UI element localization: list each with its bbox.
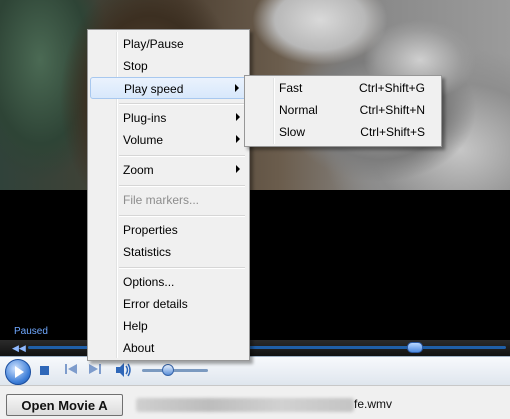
- chevron-right-icon: [235, 84, 239, 92]
- open-movie-button[interactable]: Open Movie A: [6, 394, 123, 416]
- chevron-right-icon: [236, 113, 240, 121]
- menu-item-stop[interactable]: Stop: [90, 55, 247, 77]
- volume-slider[interactable]: [142, 369, 208, 372]
- submenu-item-fast[interactable]: Fast Ctrl+Shift+G: [247, 77, 439, 99]
- menu-item-play-speed[interactable]: Play speed: [90, 77, 247, 99]
- submenu-item-slow[interactable]: Slow Ctrl+Shift+S: [247, 121, 439, 143]
- menu-item-properties[interactable]: Properties: [90, 219, 247, 241]
- context-menu: Play/Pause Stop Play speed Plug-ins Volu…: [87, 29, 250, 361]
- menu-item-play-pause[interactable]: Play/Pause: [90, 33, 247, 55]
- file-path-suffix: fe.wmv: [354, 397, 393, 411]
- chevron-right-icon: [236, 165, 240, 173]
- control-bar: [0, 356, 510, 385]
- menu-item-statistics[interactable]: Statistics: [90, 241, 247, 263]
- volume-thumb[interactable]: [162, 364, 175, 376]
- menu-item-about[interactable]: About: [90, 337, 247, 359]
- next-button[interactable]: [88, 363, 102, 378]
- chevron-right-icon: [236, 135, 240, 143]
- seek-thumb[interactable]: [407, 342, 424, 353]
- submenu-item-normal[interactable]: Normal Ctrl+Shift+N: [247, 99, 439, 121]
- menu-item-volume[interactable]: Volume: [90, 129, 247, 151]
- stop-button[interactable]: [40, 366, 49, 375]
- previous-icon: [65, 364, 77, 374]
- play-button[interactable]: [5, 359, 31, 385]
- speaker-icon: [116, 363, 131, 377]
- menu-item-help[interactable]: Help: [90, 315, 247, 337]
- menu-item-options[interactable]: Options...: [90, 271, 247, 293]
- playback-status: Paused: [14, 326, 48, 337]
- bottom-bar: Open Movie A fe.wmv: [0, 385, 510, 419]
- menu-item-error-details[interactable]: Error details: [90, 293, 247, 315]
- rewind-icon: ◀◀: [12, 343, 26, 353]
- next-icon: [89, 364, 101, 374]
- file-path-blurred: [136, 398, 354, 412]
- play-speed-submenu: Fast Ctrl+Shift+G Normal Ctrl+Shift+N Slow…: [244, 75, 442, 147]
- play-icon: [15, 366, 24, 378]
- menu-item-file-markers: File markers...: [123, 193, 200, 207]
- menu-item-zoom[interactable]: Zoom: [90, 159, 247, 181]
- seek-bar[interactable]: ◀◀: [0, 340, 510, 356]
- menu-item-plug-ins[interactable]: Plug-ins: [90, 107, 247, 129]
- mute-button[interactable]: [114, 362, 132, 381]
- previous-button[interactable]: [64, 363, 78, 378]
